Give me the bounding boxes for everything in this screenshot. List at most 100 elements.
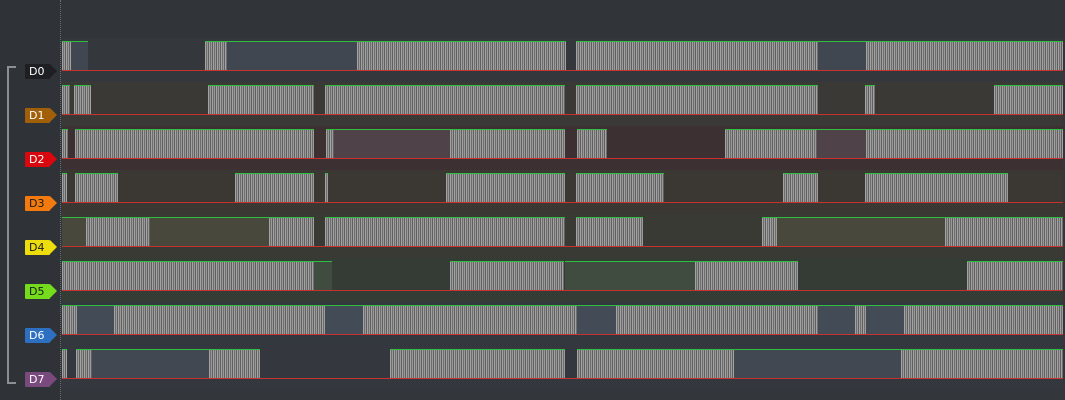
channel-label-d4[interactable]: D4 [25,240,57,255]
signal-low [88,41,205,71]
signal-burst [326,129,335,159]
signal-burst [576,129,607,159]
signal-low [875,85,994,115]
signal-trace-d2[interactable] [62,129,1063,159]
signal-burst [903,305,1063,335]
signal-burst [205,41,228,71]
signal-high [776,217,945,247]
signal-baseline [62,246,1063,247]
signal-burst [782,173,818,203]
signal-high [865,305,904,335]
signal-burst [864,85,875,115]
signal-burst [325,217,566,247]
signal-high [733,349,901,379]
signal-high [71,41,89,71]
signal-high [817,305,855,335]
signal-baseline [62,158,1063,159]
signal-burst [76,349,93,379]
signal-high [77,305,115,335]
signal-burst [86,217,151,247]
signal-low [118,173,235,203]
signal-burst [62,261,76,291]
signal-low [67,349,76,379]
channel-label-d0[interactable]: D0 [25,64,57,79]
signal-high [62,217,87,247]
signal-burst [761,217,777,247]
signal-burst [76,261,315,291]
signal-low [566,129,577,159]
signal-burst [576,349,734,379]
channel-label-d6[interactable]: D6 [25,328,57,343]
signal-baseline [62,378,1063,379]
signal-burst [62,305,77,335]
signal-low [314,129,326,159]
signal-burst [615,305,818,335]
signal-low [567,41,576,71]
signal-high [576,305,616,335]
channel-group-bracket[interactable] [7,66,16,384]
signal-trace-d4[interactable] [62,217,1063,247]
signal-low [643,217,762,247]
signal-low [664,173,783,203]
signal-burst [865,129,1063,159]
signal-low [332,261,450,291]
signal-high [564,261,695,291]
signal-burst [575,173,664,203]
signal-low [91,85,208,115]
time-cursor-line[interactable] [60,0,61,400]
signal-burst [450,261,565,291]
signal-high [816,129,866,159]
signal-burst [966,261,1063,291]
signal-trace-d1[interactable] [62,85,1063,115]
signal-burst [62,41,71,71]
signal-baseline [62,70,1063,71]
signal-trace-d5[interactable] [62,261,1063,291]
signal-high [325,305,364,335]
channel-label-d5[interactable]: D5 [25,284,57,299]
signal-burst [208,85,315,115]
signal-burst [114,305,326,335]
signal-burst [864,173,1008,203]
signal-low [68,129,75,159]
signal-trace-d3[interactable] [62,173,1063,203]
signal-burst [575,41,818,71]
signal-low [566,217,576,247]
signal-burst [325,85,566,115]
signal-burst [944,217,1063,247]
signal-low [328,173,446,203]
signal-burst [269,217,315,247]
signal-burst [724,129,817,159]
signal-low [566,349,577,379]
channel-label-d3[interactable]: D3 [25,196,57,211]
signal-burst [446,173,566,203]
signal-high [314,261,333,291]
signal-baseline [62,290,1063,291]
signal-low [607,129,725,159]
signal-burst [75,129,315,159]
signal-low [67,173,75,203]
channel-label-d1[interactable]: D1 [25,108,57,123]
signal-burst [363,305,577,335]
signal-burst [575,85,818,115]
signal-burst [390,349,566,379]
signal-burst [74,85,92,115]
signal-low [260,349,390,379]
signal-trace-d6[interactable] [62,305,1063,335]
signal-low [798,261,967,291]
channel-label-d7[interactable]: D7 [25,372,57,387]
signal-low [314,173,325,203]
signal-high [817,41,866,71]
signal-high [334,129,451,159]
signal-trace-d0[interactable] [62,41,1063,71]
signal-burst [357,41,567,71]
signal-trace-d7[interactable] [62,349,1063,379]
signal-burst [993,85,1063,115]
trace-view[interactable] [62,0,1063,400]
signal-low [566,85,576,115]
signal-high [150,217,270,247]
signal-burst [235,173,315,203]
signal-low [314,217,325,247]
signal-high [92,349,210,379]
signal-burst [575,217,643,247]
channel-label-d2[interactable]: D2 [25,152,57,167]
